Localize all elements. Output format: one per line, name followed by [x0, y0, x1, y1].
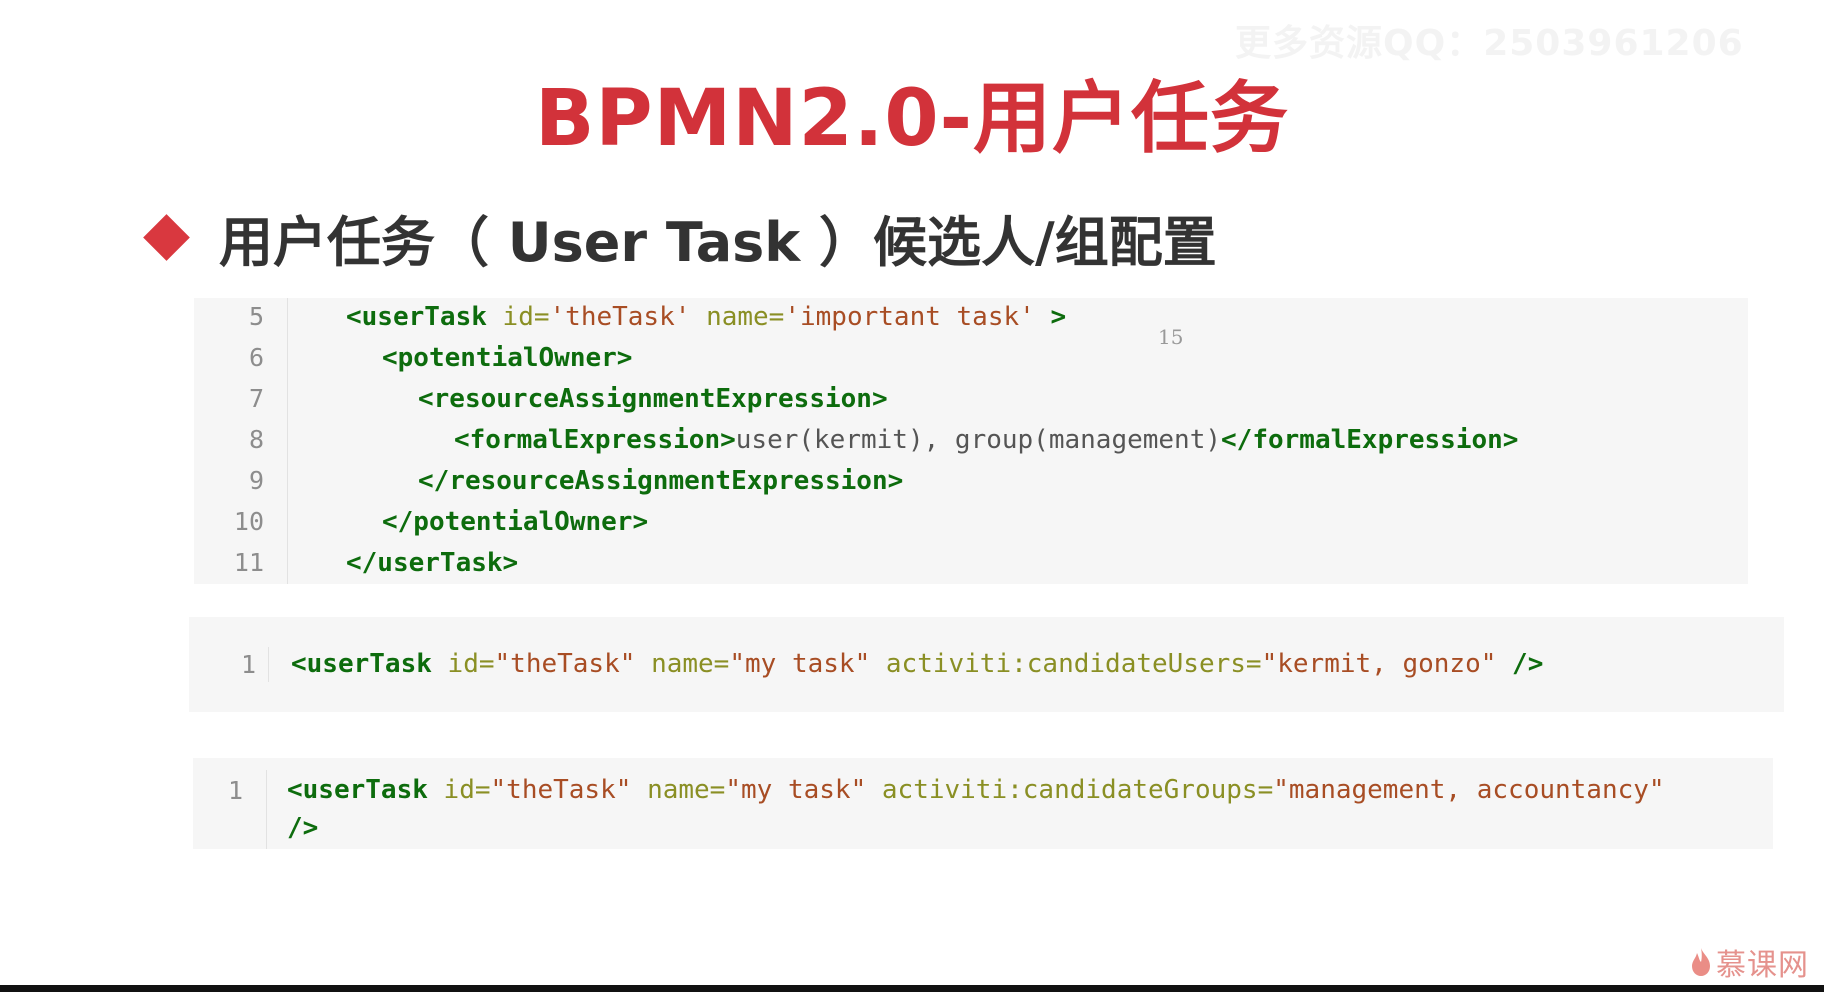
code-string: "management, accountancy" — [1273, 775, 1665, 805]
code-attr: name= — [706, 302, 785, 332]
code-string: "kermit, gonzo" — [1261, 649, 1497, 679]
code-tag: /> — [1512, 649, 1544, 679]
flame-icon — [1692, 948, 1710, 976]
code-attr: id= — [443, 775, 491, 805]
code-attr: id= — [502, 302, 550, 332]
section-heading-text: 用户任务（ User Task ）候选人/组配置 — [219, 211, 1217, 274]
line-number: 1 — [227, 776, 243, 805]
code-string: 'theTask' — [549, 302, 691, 332]
code-line: </potentialOwner> — [382, 507, 649, 537]
code-attr: id= — [447, 649, 495, 679]
code-block-candidate-groups: 1 <userTask id="theTask" name="my task" … — [193, 758, 1773, 849]
code-string: "my task" — [729, 649, 871, 679]
code-attr: activiti:candidateUsers= — [885, 649, 1262, 679]
section-heading: 用户任务（ User Task ）候选人/组配置 — [142, 198, 1217, 277]
line-number: 10 — [233, 507, 264, 536]
imooc-logo: 慕课网 — [1690, 940, 1809, 984]
code-tag: </formalExpression> — [1221, 425, 1519, 455]
line-number-gutter — [194, 298, 288, 584]
code-line: <resourceAssignmentExpression> — [418, 384, 888, 414]
code-tag: <userTask — [287, 775, 428, 805]
line-number: 7 — [248, 384, 264, 413]
code-tag: > — [1050, 302, 1067, 332]
code-attr: activiti:candidateGroups= — [881, 775, 1274, 805]
code-tag: <userTask — [291, 649, 432, 679]
code-string: "theTask" — [490, 775, 632, 805]
code-line: <potentialOwner> — [382, 343, 633, 373]
line-number-gutter — [189, 647, 269, 682]
code-line: <userTask id="theTask" name="my task" ac… — [287, 775, 1665, 805]
code-attr: name= — [651, 649, 730, 679]
code-string: "theTask" — [494, 649, 636, 679]
code-tag: <userTask — [346, 302, 487, 332]
code-string: "my task" — [725, 775, 867, 805]
line-number: 8 — [248, 425, 264, 454]
line-number: 9 — [248, 466, 264, 495]
code-line: <userTask id='theTask' name='important t… — [346, 302, 1066, 332]
code-block-candidate-users: 1 <userTask id="theTask" name="my task" … — [189, 617, 1784, 712]
code-line: </userTask> — [346, 548, 519, 578]
code-attr: name= — [647, 775, 726, 805]
bottom-bar — [0, 985, 1824, 992]
code-tag: <formalExpression> — [454, 425, 736, 455]
code-line: </resourceAssignmentExpression> — [418, 466, 904, 496]
slide: 更多资源QQ：2503961206 BPMN2.0-用户任务 用户任务（ Use… — [0, 0, 1824, 992]
line-number: 6 — [248, 343, 264, 372]
code-line: <formalExpression>user(kermit), group(ma… — [454, 425, 1518, 455]
diamond-bullet-icon — [143, 214, 190, 261]
line-number: 5 — [248, 302, 264, 331]
logo-text: 慕课网 — [1716, 948, 1809, 983]
line-number: 1 — [240, 650, 256, 679]
line-number: 11 — [233, 548, 264, 577]
code-block-potential-owner: 5 6 7 8 9 10 11 <userTask id='theTask' n… — [194, 298, 1748, 584]
code-text: user(kermit), group(management) — [735, 425, 1222, 455]
page-title: BPMN2.0-用户任务 — [534, 74, 1290, 164]
overlay-number: 15 — [1158, 325, 1184, 349]
code-string: 'important task' — [784, 302, 1035, 332]
code-line: <userTask id="theTask" name="my task" ac… — [291, 649, 1543, 679]
code-tag: /> — [287, 813, 319, 843]
